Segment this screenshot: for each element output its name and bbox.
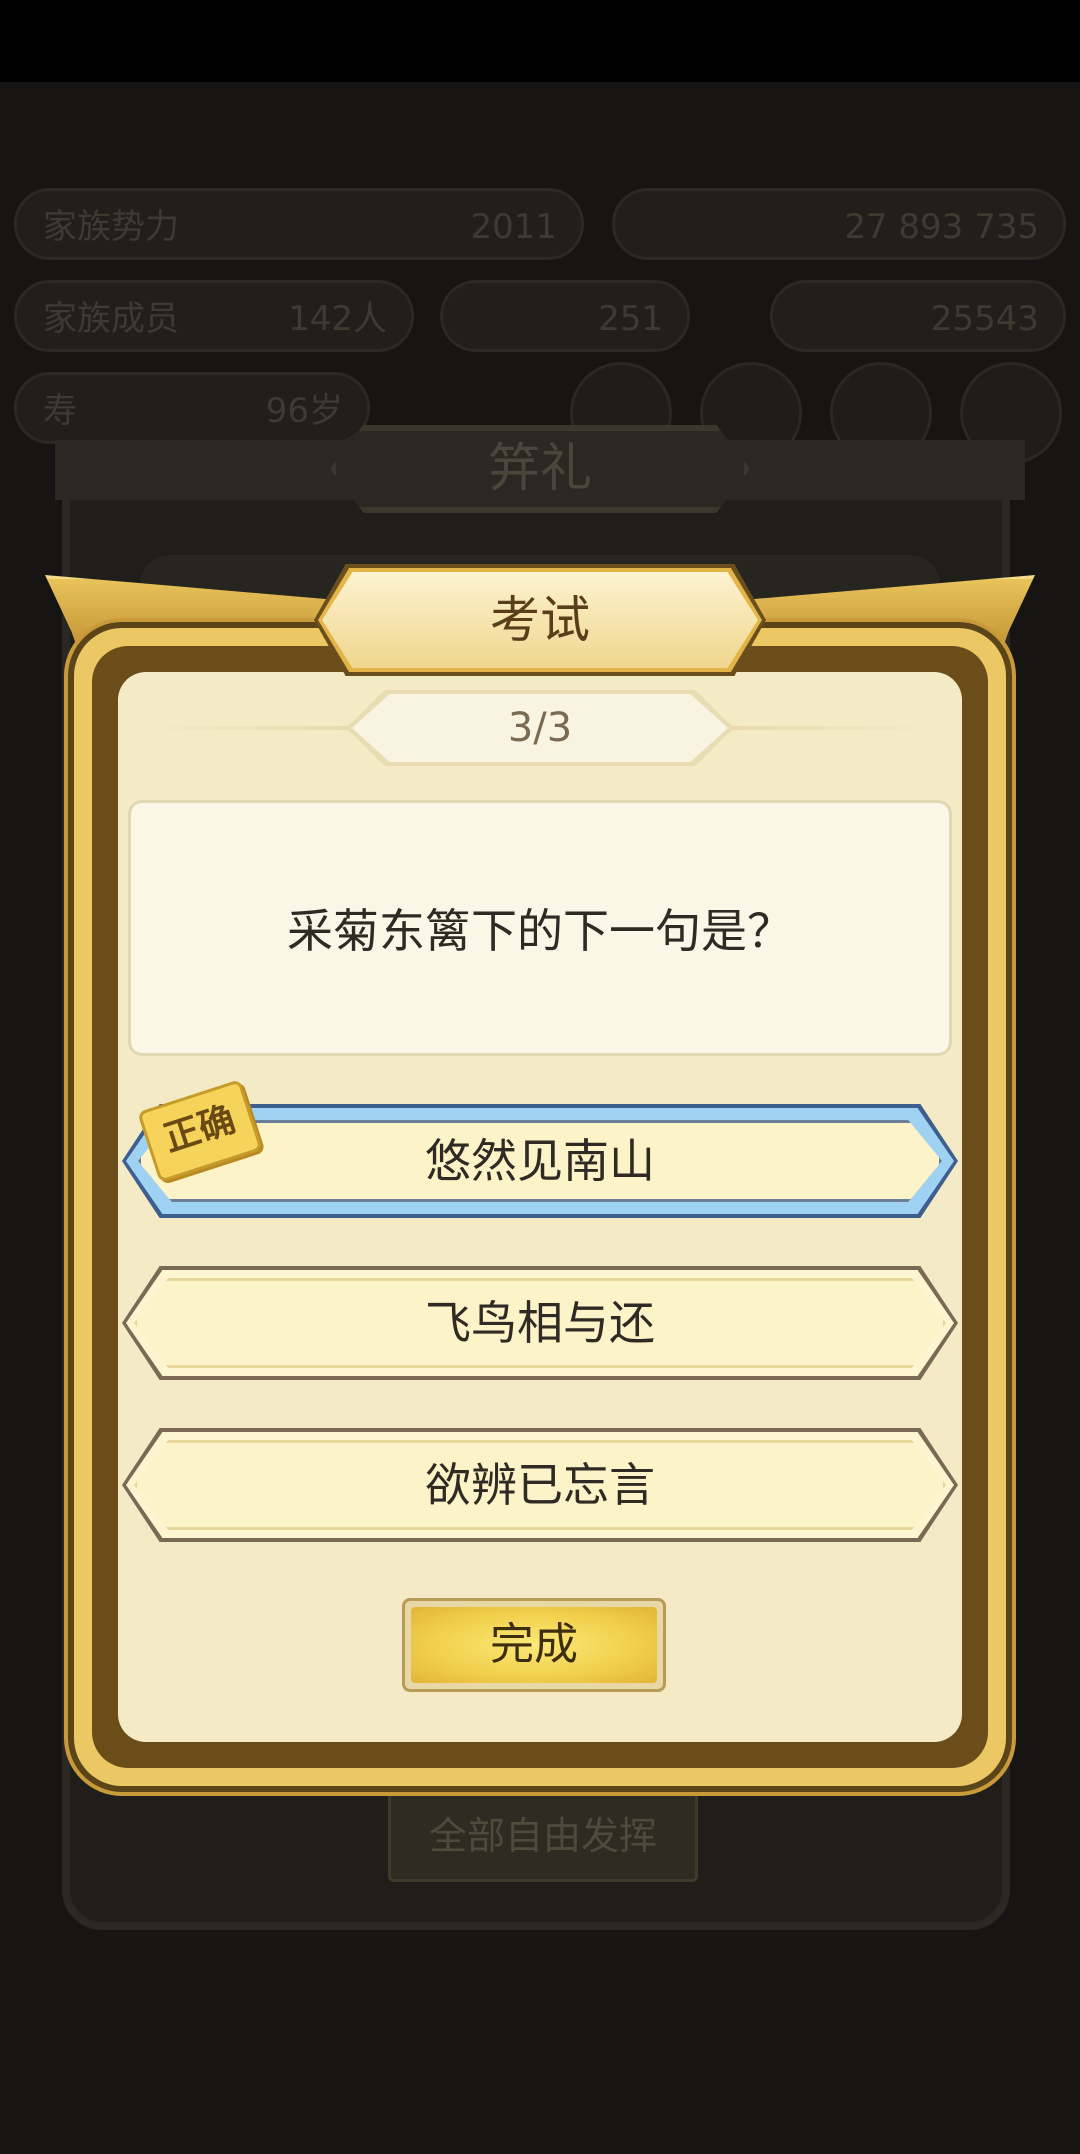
question-text: 采菊东篱下的下一句是？ [287,904,793,958]
window-wing-right [705,440,1025,500]
free-play-button: 全部自由发挥 [388,1790,698,1882]
resources-panel: 27 893 735 [612,188,1066,260]
question-progress: 3/3 [352,694,728,762]
answer-option-3[interactable]: 欲辨已忘言 [122,1428,958,1542]
answer-option-2[interactable]: 飞鸟相与还 [122,1266,958,1380]
ceremony-window-title: 笄礼 [330,425,750,513]
age-panel: 寿 96岁 [14,372,370,444]
answer-option-label: 悠然见南山 [138,1120,942,1202]
food-panel: 251 [440,280,690,352]
family-power-panel: 家族势力 2011 [14,188,584,260]
gold-panel: 25543 [770,280,1066,352]
done-button[interactable]: 完成 [402,1598,666,1692]
exam-title: 考试 [490,591,590,649]
answer-option-label: 欲辨已忘言 [134,1440,946,1530]
done-button-label: 完成 [411,1607,657,1683]
family-members-panel: 家族成员 142人 [14,280,414,352]
window-wing-left [55,440,375,500]
answer-option-label: 飞鸟相与还 [134,1278,946,1368]
question-box: 采菊东篱下的下一句是？ [128,800,952,1056]
status-bar [0,0,1080,82]
